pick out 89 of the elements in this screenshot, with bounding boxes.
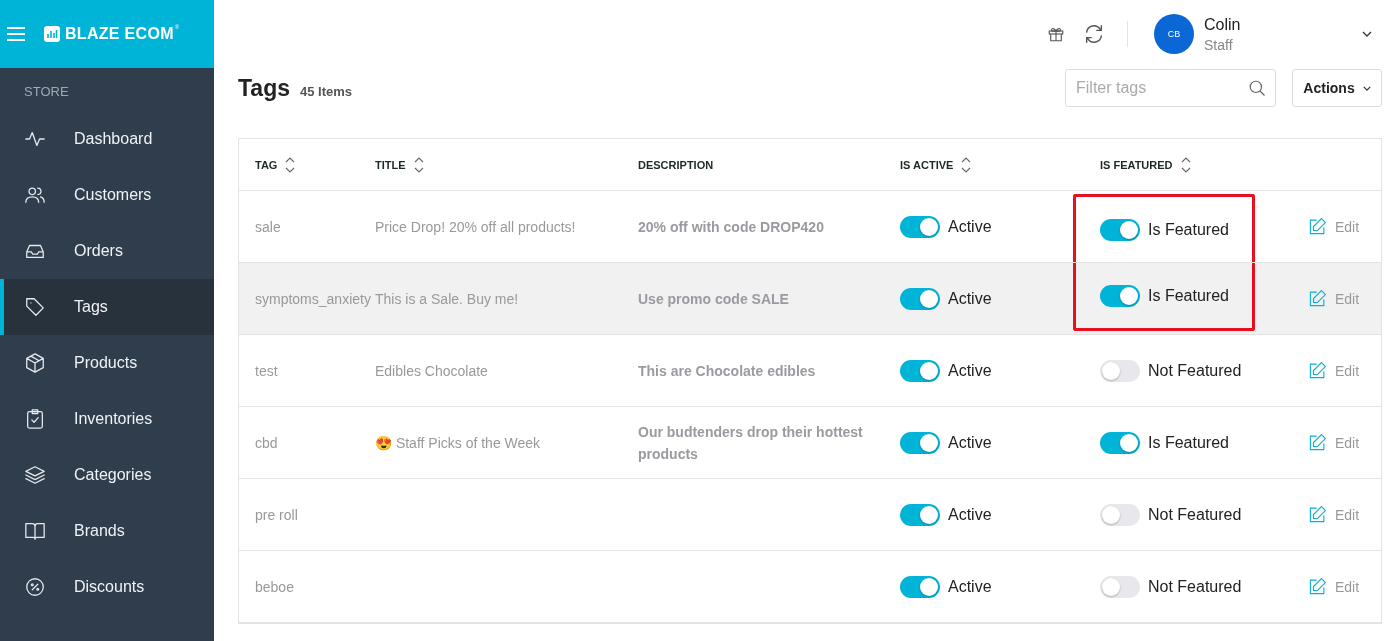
layers-icon	[24, 464, 46, 486]
user-avatar[interactable]: CB	[1154, 14, 1194, 54]
active-toggle[interactable]	[900, 431, 940, 454]
active-status: Active	[948, 505, 992, 524]
featured-toggle[interactable]	[1100, 359, 1140, 382]
user-name: Colin	[1204, 15, 1242, 34]
column-header[interactable]: TAG	[255, 155, 296, 174]
edit-icon	[1308, 505, 1327, 524]
active-toggle[interactable]	[900, 359, 940, 382]
sidebar-item[interactable]: Discounts	[0, 559, 214, 615]
chart-logo-icon	[44, 26, 60, 42]
title-cell: Price Drop! 20% off all products!	[375, 218, 576, 235]
active-status: Active	[948, 433, 992, 452]
edit-icon	[1308, 289, 1327, 308]
edit-icon	[1308, 433, 1327, 452]
tag-cell: pre roll	[255, 506, 298, 523]
title-cell: Edibles Chocolate	[375, 362, 488, 379]
featured-toggle[interactable]	[1100, 431, 1140, 454]
actions-button[interactable]: Actions	[1292, 69, 1382, 107]
active-status: Active	[948, 577, 992, 596]
sidebar-item[interactable]: Brands	[0, 503, 214, 559]
featured-status: Not Featured	[1148, 361, 1242, 380]
active-status: Active	[948, 361, 992, 380]
featured-toggle[interactable]	[1100, 503, 1140, 526]
active-status: Active	[948, 217, 992, 236]
refresh-icon[interactable]	[1083, 23, 1105, 45]
gift-icon[interactable]	[1047, 25, 1065, 43]
table-row[interactable]: cbd 😍 Staff Picks of the Week Our budtenders drop their hottest products Active Is Featured Edit	[239, 407, 1381, 479]
table-row[interactable]: symptoms_anxiety This is a Sale. Buy me! Use promo code SALE Active Is Featured Edit	[239, 263, 1381, 335]
page-title: Tags	[238, 74, 290, 102]
featured-toggle[interactable]	[1100, 284, 1140, 307]
sort-icon[interactable]	[961, 155, 972, 174]
active-toggle[interactable]	[900, 503, 940, 526]
user-role: Staff	[1204, 36, 1234, 53]
sidebar-item[interactable]: Dashboard	[0, 111, 214, 167]
tag-icon	[24, 296, 46, 318]
active-toggle[interactable]	[900, 287, 940, 310]
sidebar-item[interactable]: Orders	[0, 223, 214, 279]
edit-icon	[1308, 577, 1327, 596]
book-icon	[24, 520, 46, 542]
sidebar-item[interactable]: Customers	[0, 167, 214, 223]
sidebar-item[interactable]: Inventories	[0, 391, 214, 447]
tag-cell: test	[255, 362, 278, 379]
description-cell-text: Our budtenders drop their hottest products	[638, 422, 864, 464]
column-header: DESCRIPTION	[638, 158, 714, 171]
active-toggle[interactable]	[900, 575, 940, 598]
featured-status: Not Featured	[1148, 505, 1242, 524]
featured-status: Is Featured	[1148, 433, 1229, 452]
tag-cell: sale	[255, 218, 281, 235]
filter-field[interactable]: Filter tags	[1065, 69, 1276, 107]
title-cell: 😍 Staff Picks of the Week	[375, 434, 541, 451]
featured-status: Is Featured	[1148, 220, 1229, 239]
sidebar-item[interactable]: Tags	[0, 279, 214, 335]
tag-cell: symptoms_anxiety	[255, 290, 371, 307]
sidebar-item[interactable]: Categories	[0, 447, 214, 503]
table-row[interactable]: pre roll Active Not Featured Edit	[239, 479, 1381, 551]
caret-icon	[1362, 85, 1371, 91]
edit-icon	[1308, 217, 1327, 236]
search-icon	[1248, 79, 1266, 97]
column-header[interactable]: IS FEATURED	[1100, 155, 1191, 174]
caret-icon[interactable]	[1362, 31, 1372, 37]
sidebar-item[interactable]: Products	[0, 335, 214, 391]
clipboard-icon	[24, 408, 46, 430]
item-count: 45 Items	[300, 83, 353, 99]
table-row[interactable]: beboe Active Not Featured Edit	[239, 551, 1381, 623]
brand-name: BLAZE ECOM	[65, 25, 174, 43]
section-label: STORE	[23, 83, 70, 101]
active-status: Active	[948, 289, 992, 308]
table-row[interactable]: test Edibles Chocolate This are Chocolate edibles Active Not Featured Edit	[239, 335, 1381, 407]
title-cell: This is a Sale. Buy me!	[375, 290, 519, 307]
featured-toggle[interactable]	[1100, 218, 1140, 241]
description-cell-text: This are Chocolate edibles	[638, 361, 816, 381]
tag-cell: beboe	[255, 578, 294, 595]
column-header[interactable]: IS ACTIVE	[900, 155, 972, 174]
percent-icon	[24, 576, 46, 598]
featured-status: Is Featured	[1148, 286, 1229, 305]
sort-icon[interactable]	[1180, 155, 1191, 174]
description-cell-text: Use promo code SALE	[638, 289, 789, 309]
sort-icon[interactable]	[413, 155, 424, 174]
description-cell-text: 20% off with code DROP420	[638, 217, 824, 237]
sort-icon[interactable]	[285, 155, 296, 174]
featured-toggle[interactable]	[1100, 575, 1140, 598]
featured-status: Not Featured	[1148, 577, 1242, 596]
column-header[interactable]: TITLE	[375, 155, 424, 174]
box-icon	[24, 352, 46, 374]
menu-icon[interactable]	[6, 26, 26, 42]
tag-cell: cbd	[255, 434, 278, 451]
active-toggle[interactable]	[900, 215, 940, 238]
edit-icon	[1308, 361, 1327, 380]
